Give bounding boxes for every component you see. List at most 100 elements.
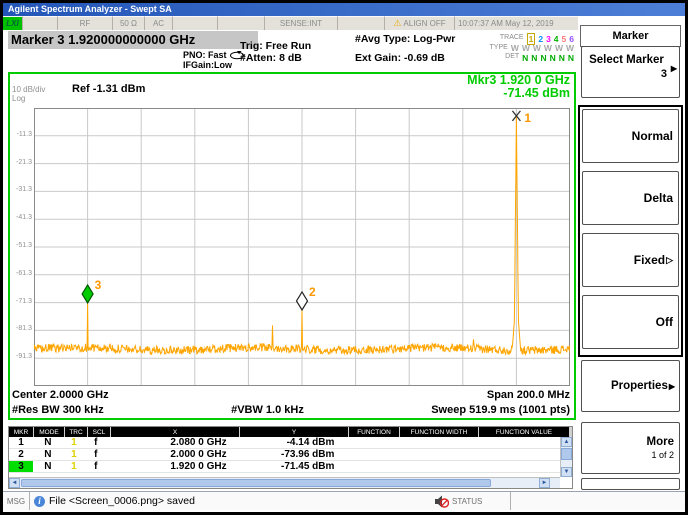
scale-per-div-label: 10 dB/div: [12, 85, 45, 94]
ext-gain-label: Ext Gain: -0.69 dB: [355, 52, 445, 64]
marker-table-row[interactable]: 1N1f2.080 0 GHz-4.14 dBm: [9, 437, 560, 449]
y-axis-tick-label: -21.3: [10, 159, 32, 166]
svg-text:1: 1: [524, 111, 531, 125]
marker-result-level: -71.45 dBm: [467, 87, 570, 100]
y-axis-tick-label: -31.3: [10, 186, 32, 193]
spectrum-analyzer-screen: Agilent Spectrum Analyzer - Swept SA LXI…: [0, 0, 688, 515]
col-header-function: FUNCTION: [349, 427, 399, 437]
coupling-indicator: AC: [145, 16, 173, 30]
horizontal-scrollbar[interactable]: ◄ ►: [9, 477, 560, 488]
marker-table-cell-mkr: 1: [9, 437, 33, 448]
marker-table-cell-mkr: 2: [9, 449, 33, 460]
scroll-right-button[interactable]: ►: [539, 478, 550, 488]
marker-table-cell-x: 2.080 0 GHz: [107, 437, 235, 448]
marker-table-cell-trc: 1: [63, 461, 85, 472]
align-off-label: ALIGN OFF: [403, 19, 445, 28]
marker-mode-group: Normal Delta Fixed ▷ Off: [578, 105, 683, 357]
normal-button[interactable]: Normal: [582, 109, 679, 163]
atten-label: #Atten: 8 dB: [240, 52, 311, 64]
marker-result-readout: Mkr3 1.920 0 GHz -71.45 dBm: [467, 74, 570, 100]
col-header-y: Y: [240, 427, 348, 437]
select-marker-label: Select Marker: [582, 54, 671, 66]
fixed-button[interactable]: Fixed ▷: [582, 233, 679, 287]
trace-detectors-value: N: [550, 53, 556, 63]
trace-detectors-value: N: [559, 53, 565, 63]
scroll-left-button[interactable]: ◄: [9, 478, 20, 488]
vertical-scroll-thumb[interactable]: [561, 448, 572, 460]
col-header-trc: TRC: [65, 427, 87, 437]
y-axis-tick-label: -61.3: [10, 270, 32, 277]
properties-button[interactable]: Properties ▶: [581, 360, 680, 412]
rf-input-indicator: RF: [58, 16, 113, 30]
marker-table-cell-fn: [342, 449, 392, 460]
off-label: Off: [656, 315, 673, 329]
trace-status-block: TRACE 123456 TYPE WWWWWW DET NNNNNN: [451, 33, 577, 62]
properties-label: Properties: [611, 380, 668, 392]
span-label: Span 200.0 MHz: [487, 389, 570, 401]
trace-detectors-value: N: [531, 53, 537, 63]
marker-table: MKR MODE TRC SCL X Y FUNCTION FUNCTION W…: [8, 426, 573, 489]
align-off-indicator: ⚠ ALIGN OFF: [385, 16, 455, 30]
more-page-indicator: 1 of 2: [651, 450, 674, 460]
col-header-function-value: FUNCTION VALUE: [479, 427, 569, 437]
trigger-block: Trig: Free Run #Atten: 8 dB: [240, 40, 311, 64]
measurement-header: Marker 3 1.920000000000 GHz PNO: Fast IF…: [3, 30, 579, 72]
marker-table-cell-scl: f: [85, 461, 107, 472]
marker-table-cell-fnw: [392, 461, 470, 472]
avg-type-label: #Avg Type: Log-Pwr: [355, 33, 455, 45]
more-label: More: [647, 436, 674, 448]
submenu-arrow-icon: ▶: [669, 382, 675, 391]
y-axis-tick-label: -41.3: [10, 214, 32, 221]
status-strip-spacer: [218, 16, 265, 30]
normal-label: Normal: [632, 129, 673, 143]
marker-table-cell-fnv: [470, 461, 560, 472]
center-freq-label: Center 2.0000 GHz: [12, 389, 109, 401]
delta-button[interactable]: Delta: [582, 171, 679, 225]
svg-text:3: 3: [95, 278, 102, 292]
window-title: Agilent Spectrum Analyzer - Swept SA: [8, 4, 172, 14]
message-bar: MSG i File <Screen_0006.png> saved STATU…: [3, 491, 685, 510]
message-text: File <Screen_0006.png> saved: [49, 495, 195, 507]
marker-table-header: MKR MODE TRC SCL X Y FUNCTION FUNCTION W…: [9, 427, 572, 437]
marker-table-cell-fnw: [392, 449, 470, 460]
scroll-down-button[interactable]: ▼: [561, 467, 572, 477]
marker-table-cell-fnw: [392, 437, 470, 448]
marker-table-cell-trc: 1: [63, 449, 85, 460]
submenu-arrow-icon: ▶: [671, 64, 677, 73]
col-header-mode: MODE: [34, 427, 64, 437]
status-strip: LXI RF 50 Ω AC SENSE:INT ⚠ ALIGN OFF 10:…: [3, 16, 579, 30]
impedance-indicator: 50 Ω: [113, 16, 145, 30]
lxi-badge: LXI: [3, 16, 23, 30]
col-header-function-width: FUNCTION WIDTH: [400, 427, 478, 437]
sense-indicator: SENSE:INT: [265, 16, 338, 30]
status-label: STATUS: [452, 497, 482, 506]
marker-table-cell-fnv: [470, 437, 560, 448]
vertical-scrollbar[interactable]: ▲ ▼: [560, 437, 572, 477]
y-axis-tick-label: -51.3: [10, 242, 32, 249]
marker-table-cell-mode: N: [33, 449, 63, 460]
display-area: Mkr3 1.920 0 GHz -71.45 dBm 10 dB/div Re…: [8, 72, 576, 420]
trace-detectors: NNNNNN: [522, 48, 577, 66]
softkey-menu: Marker Select Marker ▶ 3 Normal Delta Fi…: [578, 16, 685, 489]
marker-table-cell-fn: [342, 461, 392, 472]
svg-text:2: 2: [309, 285, 316, 299]
marker-table-row[interactable]: 3N1f1.920 0 GHz-71.45 dBm: [9, 461, 560, 473]
off-button[interactable]: Off: [582, 295, 679, 349]
vbw-label: #VBW 1.0 kHz: [231, 404, 304, 416]
marker-table-row[interactable]: 2N1f2.000 0 GHz-73.96 dBm: [9, 449, 560, 461]
trace-types-value: W: [511, 43, 519, 53]
more-button[interactable]: More 1 of 2: [581, 422, 680, 474]
horizontal-scroll-thumb[interactable]: [21, 479, 491, 487]
active-function-readout: Marker 3 1.920000000000 GHz: [8, 31, 258, 49]
marker-table-cell-scl: f: [85, 437, 107, 448]
submenu-arrow-hollow-icon: ▷: [666, 255, 673, 266]
marker-table-cell-trc: 1: [63, 437, 85, 448]
speaker-muted-icon: [434, 495, 449, 508]
select-marker-button[interactable]: Select Marker ▶ 3: [581, 46, 680, 98]
y-axis-tick-label: -71.3: [10, 298, 32, 305]
marker-table-cell-y: -73.96 dBm: [235, 449, 343, 460]
pno-label: PNO: Fast: [183, 50, 227, 60]
msg-label: MSG: [3, 492, 30, 510]
marker-table-cell-y: -4.14 dBm: [235, 437, 343, 448]
scroll-up-button[interactable]: ▲: [561, 437, 572, 447]
